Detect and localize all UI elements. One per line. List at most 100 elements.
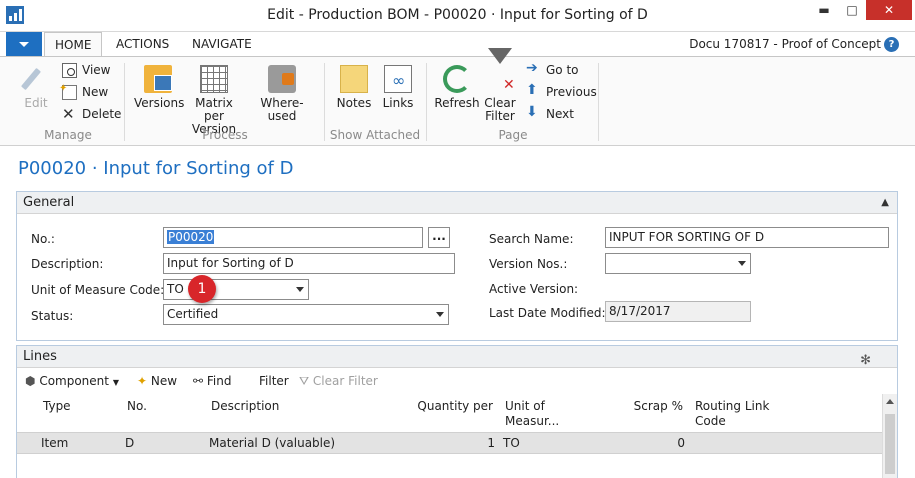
notes-label: Notes <box>336 96 372 110</box>
refresh-label: Refresh <box>434 96 480 110</box>
pencil-icon <box>20 65 50 93</box>
refresh-button[interactable]: Refresh <box>434 65 480 110</box>
new-button[interactable]: New <box>59 80 108 101</box>
column-header-uom[interactable]: Unit of Measur... <box>505 399 559 429</box>
find-label: Find <box>206 374 232 388</box>
links-label: Links <box>382 96 414 110</box>
matrix-per-version-button[interactable]: Matrix per Version <box>186 65 242 136</box>
row-quantity-per[interactable]: 1 <box>413 436 495 450</box>
general-fasttab: General ▲ No.: P00020 ... Description: I… <box>16 191 898 341</box>
page-title: P00020 · Input for Sorting of D <box>18 158 294 179</box>
view-button[interactable]: View <box>62 61 110 79</box>
ribbon: Edit View New ✕ Delete Manage Versions M… <box>0 48 915 146</box>
group-divider <box>324 63 325 141</box>
lines-clear-filter-button[interactable]: ⛛ Clear Filter <box>299 373 378 389</box>
callout-badge-1: 1 <box>188 275 216 303</box>
row-type[interactable]: Item <box>41 436 68 450</box>
next-button[interactable]: ⬇ Next <box>526 105 574 123</box>
description-label: Description: <box>31 257 104 271</box>
scroll-thumb[interactable] <box>885 414 895 474</box>
column-header-scrap[interactable]: Scrap % <box>611 399 683 414</box>
lines-clear-filter-label: Clear Filter <box>312 374 378 388</box>
binoculars-icon: ⚯ <box>193 374 204 388</box>
column-header-quantity-per[interactable]: Quantity per <box>413 399 493 414</box>
table-row[interactable]: Item D Material D (valuable) 1 TO 0 <box>17 432 883 454</box>
column-header-description[interactable]: Description <box>211 399 279 414</box>
previous-icon: ⬆ <box>526 82 538 98</box>
clear-label-1: Clear <box>484 96 516 110</box>
uom-label: Unit of Measure Code: <box>31 283 165 297</box>
chevron-down-icon <box>738 261 746 266</box>
go-to-icon: ➔ <box>526 60 538 76</box>
go-to-button[interactable]: ➔ Go to <box>526 61 579 79</box>
clear-filter-icon: ✕ <box>486 48 515 93</box>
general-header[interactable]: General ▲ <box>17 192 897 214</box>
versions-button[interactable]: Versions <box>134 65 185 110</box>
row-scrap[interactable]: 0 <box>611 436 685 450</box>
tab-actions[interactable]: ACTIONS <box>106 32 179 56</box>
search-name-field[interactable]: INPUT FOR SORTING OF D <box>605 227 889 248</box>
component-menu-button[interactable]: ⬢ Component ▼ <box>25 373 119 389</box>
matrix-icon <box>200 65 228 93</box>
delete-button[interactable]: ✕ Delete <box>62 105 121 123</box>
view-label: View <box>82 63 111 77</box>
general-title: General <box>23 195 75 210</box>
active-version-label: Active Version: <box>489 282 579 296</box>
new-document-icon: ✦ <box>137 374 148 388</box>
status-dropdown[interactable]: Certified <box>163 304 449 325</box>
vertical-scrollbar[interactable] <box>882 394 897 478</box>
close-button[interactable]: ✕ <box>866 0 912 20</box>
maximize-button[interactable]: □ <box>838 0 866 20</box>
links-icon <box>384 65 412 93</box>
chevron-down-icon <box>296 287 304 292</box>
lines-fasttab: Lines ✻ ⬢ Component ▼ ✦ New ⚯ Find Filte… <box>16 345 898 478</box>
group-label-show-attached: Show Attached <box>329 128 421 142</box>
no-value: P00020 <box>167 230 215 244</box>
notes-button[interactable]: Notes <box>334 65 374 110</box>
minimize-button[interactable]: ▬ <box>810 0 838 20</box>
row-uom[interactable]: TO <box>503 436 520 450</box>
no-field[interactable]: P00020 <box>163 227 423 248</box>
edit-label: Edit <box>24 96 48 110</box>
clear-filter-icon: ⛛ <box>299 374 310 388</box>
version-nos-dropdown[interactable] <box>605 253 751 274</box>
scroll-up-icon[interactable] <box>886 399 894 404</box>
delete-icon: ✕ <box>62 105 75 123</box>
column-header-routing-link-code[interactable]: Routing Link Code <box>695 399 769 429</box>
matrix-label-1: Matrix per <box>195 96 233 123</box>
new-document-icon <box>59 80 77 100</box>
lines-new-button[interactable]: ✦ New <box>137 373 177 389</box>
lines-header[interactable]: Lines ✻ <box>17 346 897 368</box>
lines-grid-header: Type No. Description Quantity per Unit o… <box>17 394 883 432</box>
column-header-no[interactable]: No. <box>127 399 147 414</box>
tab-home[interactable]: HOME <box>44 32 103 56</box>
delete-label: Delete <box>82 107 122 121</box>
go-to-label: Go to <box>546 63 579 77</box>
row-description[interactable]: Material D (valuable) <box>209 436 335 450</box>
component-label: Component <box>39 374 109 388</box>
column-header-type[interactable]: Type <box>43 399 71 414</box>
group-label-process: Process <box>202 128 248 142</box>
filter-label: Filter <box>259 374 289 388</box>
row-no[interactable]: D <box>125 436 134 450</box>
where-used-icon <box>268 65 296 93</box>
version-nos-label: Version Nos.: <box>489 257 568 271</box>
where-used-button[interactable]: Where-used <box>248 65 316 123</box>
group-label-page: Page <box>498 128 528 142</box>
no-lookup-button[interactable]: ... <box>428 227 450 248</box>
previous-button[interactable]: ⬆ Previous <box>526 83 597 101</box>
links-button[interactable]: Links <box>380 65 416 110</box>
help-icon[interactable]: ? <box>884 37 899 52</box>
uom-dropdown[interactable]: TO <box>163 279 309 300</box>
description-field[interactable]: Input for Sorting of D <box>163 253 455 274</box>
app-menu-button[interactable] <box>6 32 42 56</box>
tab-navigate[interactable]: NAVIGATE <box>182 32 262 56</box>
no-label: No.: <box>31 232 55 246</box>
collapse-chevron-icon[interactable]: ▲ <box>881 192 889 214</box>
filter-button[interactable]: Filter <box>259 373 289 389</box>
versions-icon <box>144 65 172 93</box>
find-button[interactable]: ⚯ Find <box>193 373 231 389</box>
clear-filter-button[interactable]: ✕ Clear Filter <box>482 48 518 123</box>
edit-button[interactable]: Edit <box>20 65 52 110</box>
versions-label: Versions <box>134 96 185 110</box>
